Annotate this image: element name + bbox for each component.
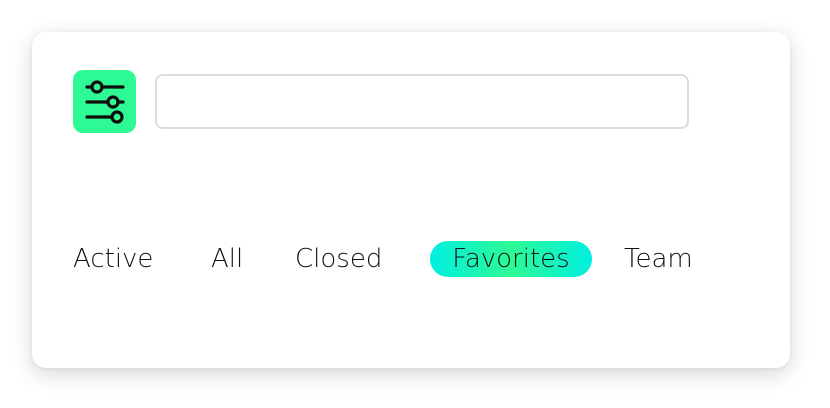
tab-bar: Active All Closed Favorites Team: [32, 241, 790, 277]
filter-button[interactable]: [73, 70, 136, 133]
tab-active[interactable]: Active: [73, 241, 153, 277]
tab-favorites[interactable]: Favorites: [430, 241, 592, 277]
sliders-icon: [84, 79, 125, 124]
search-input[interactable]: [155, 74, 689, 129]
filter-card: Active All Closed Favorites Team: [32, 32, 790, 368]
tab-closed[interactable]: Closed: [295, 241, 382, 277]
tab-all[interactable]: All: [211, 241, 243, 277]
tab-team[interactable]: Team: [624, 241, 693, 277]
